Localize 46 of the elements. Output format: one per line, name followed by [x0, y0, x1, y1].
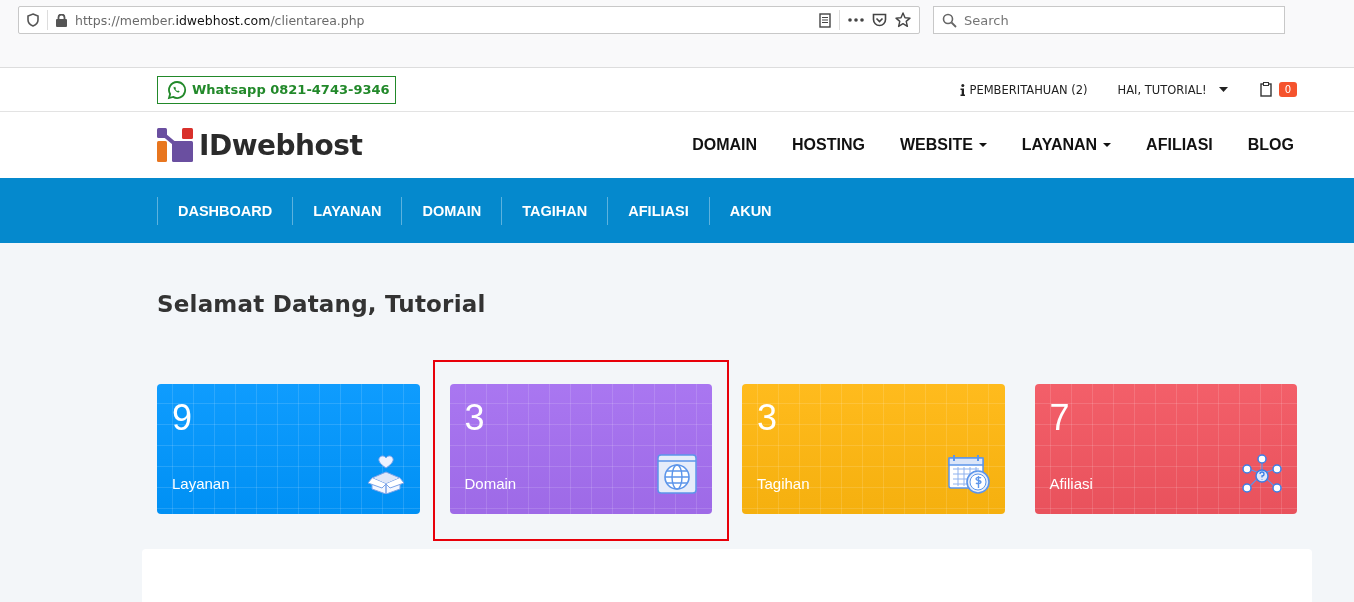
nav-link[interactable]: DOMAIN [401, 196, 502, 225]
menu-link[interactable]: DOMAIN [689, 136, 761, 154]
pocket-icon[interactable] [872, 13, 887, 27]
nav-link[interactable]: TAGIHAN [501, 196, 608, 225]
search-field[interactable]: Search [933, 6, 1285, 34]
stat-label: Domain [464, 475, 517, 492]
stat-label: Tagihan [757, 475, 810, 492]
shield-icon[interactable] [27, 13, 39, 27]
logo-icon [157, 128, 193, 162]
lock-icon[interactable] [56, 13, 67, 27]
clipboard-icon[interactable] [1259, 82, 1272, 97]
menu-link[interactable]: AFILIASI [1143, 136, 1216, 154]
browser-globe-icon [657, 454, 697, 494]
menu-link[interactable]: BLOG [1244, 136, 1297, 154]
star-icon[interactable] [895, 12, 911, 28]
logo-text[interactable]: IDwebhost [199, 128, 363, 162]
address-bar[interactable]: https://member.idwebhost.com/clientarea.php [18, 6, 920, 34]
menu-link[interactable]: LAYANAN [1018, 136, 1115, 154]
calendar-dollar-icon [947, 454, 990, 494]
info-icon [960, 83, 966, 96]
stat-card[interactable]: 7 Afiliasi [1034, 384, 1297, 514]
menu-link[interactable]: WEBSITE [896, 136, 990, 154]
people-network-icon [1242, 454, 1282, 494]
cart-count-badge: 0 [1278, 82, 1297, 97]
notifications-link[interactable]: PEMBERITAHUAN (2) [960, 82, 1088, 97]
reader-view-icon[interactable] [819, 12, 831, 28]
stat-count: 3 [757, 400, 779, 436]
nav-link[interactable]: AFILIASI [607, 196, 709, 225]
nav-link[interactable]: LAYANAN [292, 196, 402, 225]
stat-count: 7 [1049, 400, 1071, 436]
stat-label: Afiliasi [1049, 475, 1093, 492]
stat-card[interactable]: 3 Domain [449, 384, 712, 514]
url-text[interactable]: https://member.idwebhost.com/clientarea.php [75, 12, 811, 28]
stat-count: 9 [172, 400, 194, 436]
menu-link[interactable]: HOSTING [789, 136, 868, 154]
whatsapp-icon [167, 79, 187, 100]
stat-label: Layanan [172, 475, 230, 492]
welcome-heading: Selamat Datang, Tutorial [157, 291, 487, 317]
user-menu[interactable]: HAI, TUTORIAL! [1117, 82, 1228, 97]
more-icon[interactable] [848, 18, 864, 22]
stat-count: 3 [464, 400, 486, 436]
whatsapp-link[interactable]: Whatsapp 0821-4743-9346 [157, 75, 396, 104]
caret-icon [1218, 87, 1228, 92]
nav-link[interactable]: DASHBOARD [157, 196, 293, 225]
gift-box-heart-icon [366, 454, 405, 494]
nav-link[interactable]: AKUN [708, 196, 792, 225]
